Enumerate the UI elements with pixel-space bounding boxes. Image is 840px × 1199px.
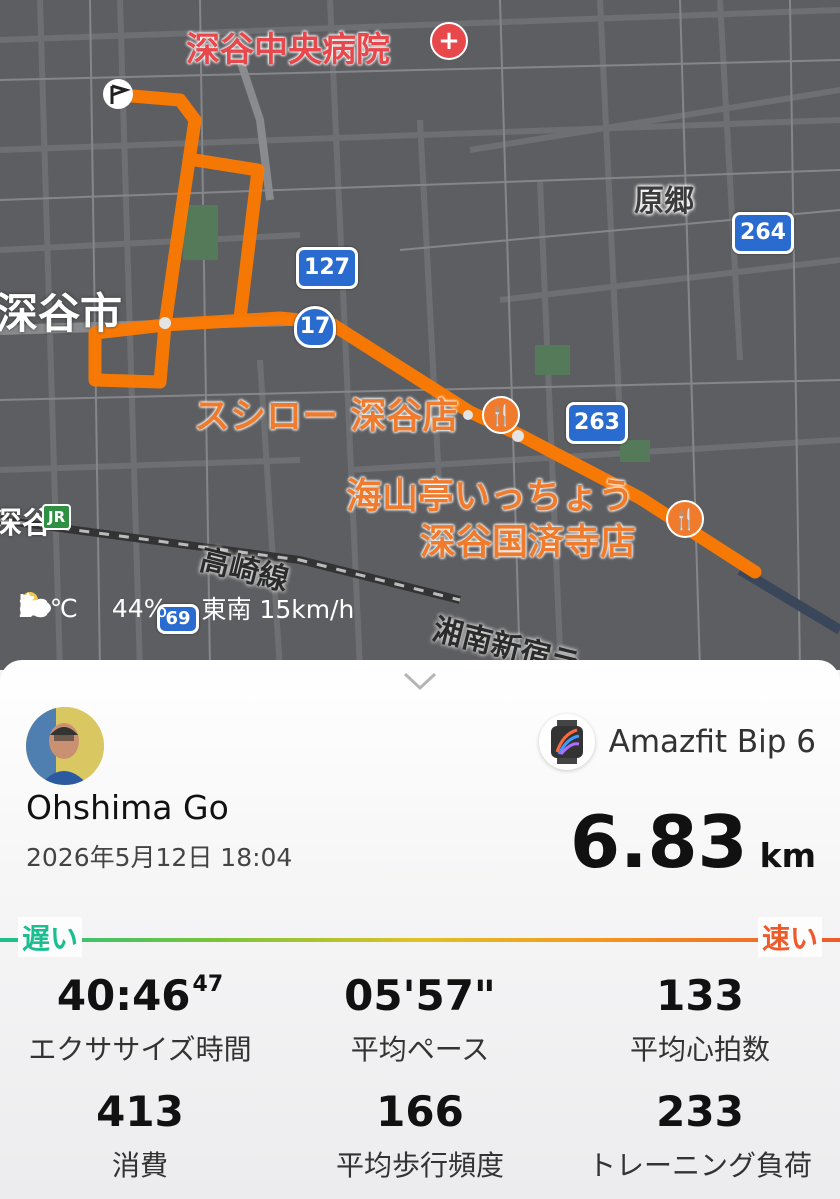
pace-slow-label: 遅い	[18, 917, 83, 957]
jr-station-icon: JR	[42, 504, 72, 530]
route-map[interactable]: 深谷中央病院 + 原郷 深谷市 127 17 264 263 69 スシロー 深…	[0, 0, 840, 670]
stat-value: 166	[376, 1087, 464, 1136]
stat-label: 消費	[111, 1149, 168, 1182]
stat-training-load[interactable]: 233 トレーニング負荷	[560, 1086, 840, 1184]
restaurant-icon[interactable]: 🍴	[666, 500, 704, 538]
stat-label: 平均歩行頻度	[335, 1149, 504, 1182]
stat-average-heart-rate[interactable]: 133 平均心拍数	[560, 970, 840, 1068]
wind-icon	[20, 594, 44, 614]
kaisantei-label-line2[interactable]: 深谷国済寺店	[420, 522, 636, 564]
stat-value: 05'57"	[344, 971, 496, 1020]
distance-value: 6.83	[570, 800, 748, 884]
pace-gradient-bar: 遅い 速い	[0, 917, 840, 957]
stat-label: エクササイズ時間	[28, 1033, 252, 1066]
device-info[interactable]: Amazfit Bip 6	[538, 714, 816, 770]
device-name: Amazfit Bip 6	[608, 724, 816, 760]
map-streets	[0, 0, 840, 670]
stat-average-cadence[interactable]: 166 平均歩行頻度	[280, 1086, 560, 1184]
hospital-icon[interactable]: +	[430, 22, 468, 60]
stat-value: 133	[656, 971, 744, 1020]
kaisantei-label-line1[interactable]: 海山亭いっちょう	[346, 476, 634, 518]
watch-icon	[538, 714, 595, 770]
distance-unit: km	[759, 836, 816, 875]
chevron-down-icon[interactable]	[402, 670, 438, 692]
humidity-value: 44%	[111, 593, 168, 623]
weather-bar: 23℃ 44% 東南 15km/h	[18, 590, 378, 626]
avatar[interactable]	[26, 707, 104, 785]
route-263-shield: 263	[566, 402, 628, 444]
stat-value: 233	[656, 1087, 744, 1136]
district-label: 原郷	[634, 184, 694, 219]
route-17-shield: 17	[294, 306, 336, 348]
stats-grid: 40:4647 エクササイズ時間 05'57" 平均ペース 133 平均心拍数 …	[0, 970, 840, 1184]
city-label: 深谷市	[0, 289, 123, 338]
stat-label: トレーニング負荷	[587, 1149, 812, 1182]
stat-value: 413	[96, 1087, 184, 1136]
sushiro-label[interactable]: スシロー 深谷店	[194, 396, 459, 438]
route-127-shield: 127	[296, 247, 358, 289]
stat-value-seconds-suffix: 47	[192, 972, 224, 997]
workout-summary-sheet: Amazfit Bip 6 Ohshima Go 2026年5月12日 18:0…	[0, 660, 840, 1199]
stat-value: 40:46	[56, 971, 191, 1020]
stat-average-pace[interactable]: 05'57" 平均ペース	[280, 970, 560, 1068]
user-name: Ohshima Go	[26, 788, 229, 827]
distance-display: 6.83 km	[570, 800, 816, 884]
route-264-shield: 264	[732, 212, 794, 254]
stat-exercise-time[interactable]: 40:4647 エクササイズ時間	[0, 970, 280, 1068]
hospital-label[interactable]: 深谷中央病院	[186, 22, 390, 71]
pace-gradient-line	[0, 938, 840, 942]
stat-label: 平均心拍数	[629, 1033, 770, 1066]
pace-fast-label: 速い	[757, 917, 822, 957]
stat-label: 平均ペース	[350, 1033, 490, 1066]
workout-datetime: 2026年5月12日 18:04	[26, 843, 293, 872]
stat-calories[interactable]: 413 消費	[0, 1086, 280, 1184]
wind-value: 東南 15km/h	[201, 595, 355, 624]
restaurant-icon[interactable]: 🍴	[482, 396, 520, 434]
